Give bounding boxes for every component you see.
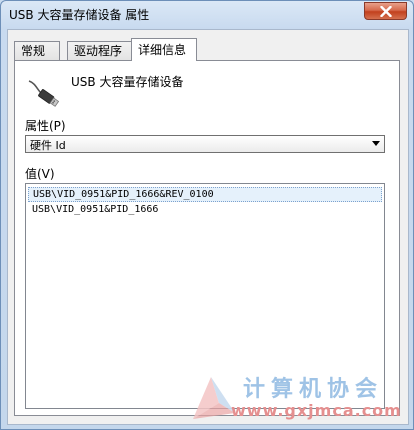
- close-button[interactable]: [364, 2, 407, 20]
- properties-dialog: USB 大容量存储设备 属性 常规 驱动程序 详细信息 USB 大容量存储设备 …: [0, 0, 414, 430]
- tab-general[interactable]: 常规: [14, 41, 60, 60]
- title-bar[interactable]: USB 大容量存储设备 属性: [1, 1, 413, 27]
- tab-details[interactable]: 详细信息: [131, 38, 197, 61]
- property-select[interactable]: 硬件 Id: [25, 135, 385, 153]
- property-select-value: 硬件 Id: [30, 139, 66, 152]
- details-panel: USB 大容量存储设备 属性(P) 硬件 Id 值(V) USB\VID_095…: [14, 60, 400, 416]
- value-list[interactable]: USB\VID_0951&PID_1666&REV_0100 USB\VID_0…: [25, 183, 385, 409]
- window-title: USB 大容量存储设备 属性: [9, 8, 150, 22]
- property-label: 属性(P): [25, 119, 66, 133]
- usb-plug-icon: [28, 80, 60, 107]
- value-label: 值(V): [25, 167, 55, 181]
- tab-driver[interactable]: 驱动程序: [67, 41, 133, 60]
- chevron-down-icon: [372, 141, 380, 146]
- list-item[interactable]: USB\VID_0951&PID_1666: [28, 203, 382, 218]
- dialog-body: 常规 驱动程序 详细信息 USB 大容量存储设备 属性(P) 硬件 Id 值(V…: [7, 29, 409, 425]
- device-name: USB 大容量存储设备: [71, 75, 184, 89]
- close-icon: [379, 5, 392, 17]
- list-item[interactable]: USB\VID_0951&PID_1666&REV_0100: [28, 187, 382, 202]
- tab-strip: 常规 驱动程序 详细信息: [14, 38, 404, 61]
